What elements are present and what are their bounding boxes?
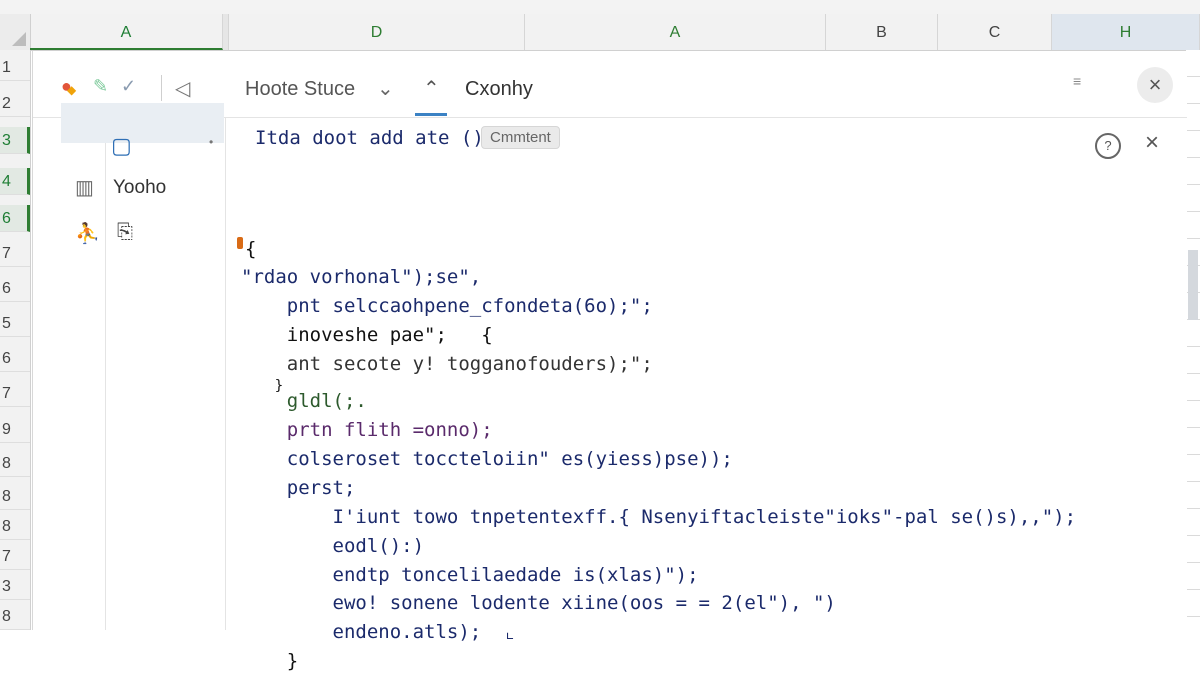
- code-editor[interactable]: Itda doot add ate ()" Cmmtent ? × { "rda…: [225, 117, 1187, 672]
- sidebar-rail: [33, 117, 106, 630]
- column-header-d[interactable]: D: [229, 14, 525, 50]
- vertical-scrollbar-thumb[interactable]: [1188, 250, 1198, 320]
- code-line: prtn flith =onno);: [241, 419, 493, 441]
- row-header-selected[interactable]: 4: [0, 168, 30, 195]
- code-line: perst;: [241, 477, 356, 499]
- code-line: I'iunt towo tnpetentexff.{ Nsenyiftaclei…: [241, 506, 1077, 528]
- code-line: pnt selccaohpene_cfondeta(6o);";: [241, 295, 653, 317]
- column-header-bar: A D A B C H: [0, 14, 1200, 51]
- corner-triangle-icon: [12, 32, 26, 46]
- row-header[interactable]: 5: [0, 310, 30, 337]
- active-tab-indicator: [415, 113, 447, 116]
- share-icon[interactable]: ⎘: [117, 221, 133, 244]
- row-header[interactable]: 7: [0, 543, 30, 570]
- row-header[interactable]: 8: [0, 450, 30, 477]
- back-icon[interactable]: ◁: [175, 77, 190, 101]
- column-header-b[interactable]: B: [826, 14, 938, 50]
- window-top-strip: [0, 0, 1200, 15]
- column-header-h[interactable]: H: [1052, 14, 1200, 50]
- row-header[interactable]: 8: [0, 603, 30, 630]
- pencil-icon[interactable]: ✎: [93, 77, 108, 95]
- editor-header: Itda doot add ate ()": [255, 127, 496, 149]
- row-header-selected[interactable]: 3: [0, 127, 30, 154]
- chevron-down-icon[interactable]: ⌄: [377, 77, 394, 101]
- close-panel-button[interactable]: ×: [1137, 67, 1173, 103]
- row-header[interactable]: 7: [0, 240, 30, 267]
- sidebar-item-yooho[interactable]: Yooho: [113, 177, 166, 199]
- code-line: eodl():): [241, 535, 425, 557]
- code-line: endtp toncelilaedade is(xlas)");: [241, 564, 699, 586]
- brush-accent-icon: ◆: [67, 83, 77, 97]
- code-line: ant secote y! togganofouders);";: [241, 353, 653, 375]
- row-header[interactable]: 6: [0, 345, 30, 372]
- menu-icon[interactable]: ≡: [1073, 73, 1081, 89]
- row-header-selected[interactable]: 6: [0, 205, 30, 232]
- row-header[interactable]: 2: [0, 90, 30, 117]
- check-icon[interactable]: ✓: [121, 77, 136, 95]
- help-icon[interactable]: ?: [1095, 133, 1121, 159]
- code-line: colseroset toccteloiin" es(yiess)pse));: [241, 448, 733, 470]
- column-header-a[interactable]: A: [30, 14, 223, 50]
- person-icon[interactable]: ⛹: [75, 221, 100, 246]
- route-label[interactable]: Hoote Stuce: [245, 77, 355, 101]
- caret-up-icon[interactable]: ⌃: [423, 77, 440, 101]
- document-icon[interactable]: ▢: [111, 133, 132, 159]
- tab-cxonhy[interactable]: Cxonhy: [465, 77, 533, 101]
- code-line: gldl(;.: [241, 390, 367, 412]
- code-line: endeno.atls); ⌞: [241, 621, 516, 643]
- grid-right-strip: [1186, 50, 1200, 630]
- breakpoint-marker[interactable]: [237, 237, 243, 249]
- code-line: "rdao vorhonal");se",: [241, 266, 482, 288]
- row-header[interactable]: 7: [0, 380, 30, 407]
- row-header[interactable]: 8: [0, 513, 30, 540]
- row-header[interactable]: 6: [0, 275, 30, 302]
- script-panel: ● ◆ ✎ ✓ ◁ Hoote Stuce ⌄ ⌃ Cxonhy ≡ × ▢ •…: [32, 51, 1187, 672]
- code-line: {: [245, 238, 257, 260]
- row-header[interactable]: 8: [0, 483, 30, 510]
- row-header-column: 1 2 3 4 6 7 6 5 6 7 9 8 8 8 7 3 8: [0, 50, 31, 630]
- row-header[interactable]: 3: [0, 573, 30, 600]
- row-header[interactable]: 9: [0, 416, 30, 443]
- row-header[interactable]: 1: [0, 54, 30, 81]
- close-editor-icon[interactable]: ×: [1145, 129, 1159, 157]
- code-line: }: [241, 650, 299, 672]
- dropdown-dot-icon[interactable]: •: [209, 135, 213, 149]
- column-header-a2[interactable]: A: [525, 14, 826, 50]
- code-line: inoveshe pae"; {: [241, 324, 493, 346]
- sheet-icon[interactable]: ▥: [75, 175, 94, 200]
- comment-badge[interactable]: Cmmtent: [481, 126, 560, 149]
- select-all-corner[interactable]: [0, 14, 31, 50]
- code-line: ewo! sonene lodente xiine(oos = = 2(el")…: [241, 592, 836, 614]
- toolbar-divider: [161, 75, 162, 101]
- column-header-c[interactable]: C: [938, 14, 1052, 50]
